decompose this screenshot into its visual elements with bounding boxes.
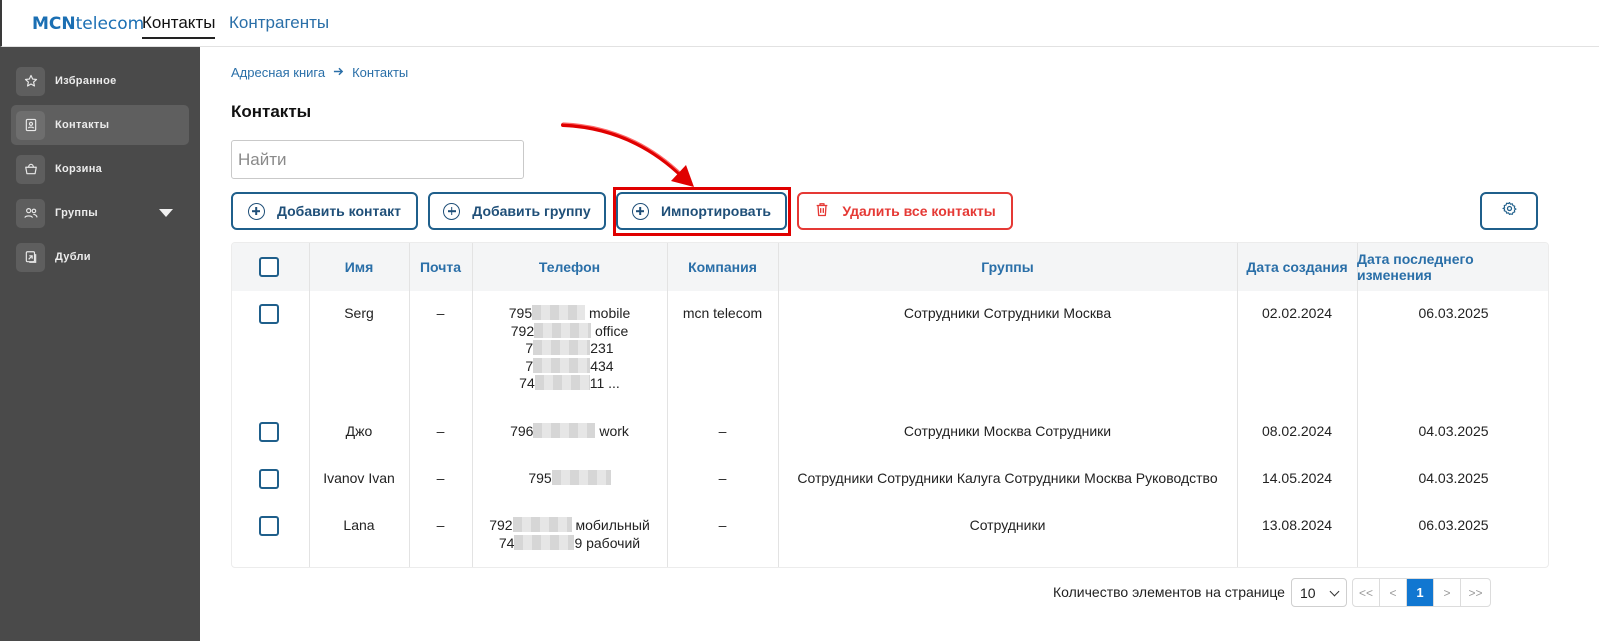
column-header-email[interactable]: Почта — [409, 243, 472, 291]
sidebar-item-label: Корзина — [55, 163, 103, 175]
contact-modified-date: 04.03.2025 — [1418, 423, 1489, 439]
sidebar: Избранное Контакты Корзина Группы Дубли — [0, 47, 200, 641]
tab-contacts[interactable]: Контакты — [142, 13, 216, 39]
row-checkbox[interactable] — [259, 304, 279, 324]
tab-counterparties[interactable]: Контрагенты — [229, 13, 329, 33]
gear-icon — [1501, 201, 1517, 221]
prev-page-button[interactable]: < — [1380, 579, 1407, 606]
column-header-phone[interactable]: Телефон — [472, 243, 667, 291]
add-group-button[interactable]: Добавить группу — [428, 192, 606, 230]
delete-all-label: Удалить все контакты — [842, 203, 996, 219]
contact-created-date: 13.08.2024 — [1261, 517, 1333, 533]
sidebar-item-favorites[interactable]: Избранное — [11, 61, 189, 101]
contact-card-icon — [16, 110, 45, 140]
logo[interactable]: MCNtelecom — [32, 14, 144, 34]
column-header-company[interactable]: Компания — [667, 243, 778, 291]
contact-groups: Сотрудники — [969, 517, 1046, 533]
redacted-digits — [533, 340, 591, 356]
contact-company: – — [718, 517, 727, 533]
last-page-button[interactable]: >> — [1461, 579, 1490, 606]
breadcrumb: Адресная книга Контакты — [231, 65, 408, 80]
contact-phones: 792 мобильный 74 9 рабочий — [489, 517, 650, 551]
contacts-table: Имя Почта Телефон Компания Группы Дата с… — [231, 242, 1549, 568]
contact-email: – — [436, 423, 445, 439]
basket-icon — [16, 154, 45, 184]
page-size-value: 10 — [1300, 584, 1316, 601]
breadcrumb-current: Контакты — [352, 65, 409, 80]
page-size-label: Количество элементов на странице — [1053, 584, 1285, 600]
next-page-button[interactable]: > — [1434, 579, 1461, 606]
contact-modified-date: 04.03.2025 — [1418, 470, 1489, 486]
first-page-button[interactable]: << — [1353, 579, 1380, 606]
redacted-digits — [534, 322, 592, 338]
column-header-groups[interactable]: Группы — [778, 243, 1237, 291]
contact-company: mcn telecom — [682, 305, 763, 321]
row-checkbox[interactable] — [259, 516, 279, 536]
contact-created-date: 08.02.2024 — [1261, 423, 1333, 439]
select-all-checkbox[interactable] — [259, 257, 279, 277]
contact-email: – — [436, 470, 445, 486]
row-checkbox[interactable] — [259, 469, 279, 489]
column-header-created[interactable]: Дата создания — [1237, 243, 1357, 291]
star-icon — [16, 66, 45, 96]
delete-all-contacts-button[interactable]: Удалить все контакты — [797, 192, 1013, 230]
top-bar: MCNtelecom Контакты Контрагенты — [0, 0, 1599, 47]
redacted-digits — [533, 357, 591, 373]
trash-icon — [814, 201, 830, 221]
page-size-select[interactable]: 10 — [1291, 578, 1347, 607]
page-button-current[interactable]: 1 — [1407, 579, 1434, 606]
contact-name[interactable]: Джо — [309, 423, 409, 441]
plus-circle-icon — [443, 202, 461, 220]
contact-email: – — [436, 305, 445, 321]
contact-company: – — [718, 423, 727, 439]
column-header-name[interactable]: Имя — [309, 243, 409, 291]
redacted-digits — [532, 305, 586, 320]
redacted-digits — [512, 517, 572, 532]
annotation-arrow — [561, 122, 694, 187]
duplicate-icon — [16, 242, 45, 272]
arrow-right-icon — [333, 65, 344, 80]
contact-name[interactable]: Serg — [309, 305, 409, 323]
contact-company: – — [718, 470, 727, 486]
contact-created-date: 14.05.2024 — [1261, 470, 1333, 486]
sidebar-item-contacts[interactable]: Контакты — [11, 105, 189, 145]
sidebar-item-label: Избранное — [55, 75, 117, 87]
redacted-digits — [534, 375, 590, 391]
sidebar-item-label: Дубли — [55, 251, 91, 263]
add-contact-label: Добавить контакт — [276, 203, 402, 219]
pagination: << < 1 > >> — [1352, 578, 1491, 607]
redacted-digits — [551, 470, 611, 485]
contact-groups: Сотрудники Сотрудники Калуга Сотрудники … — [797, 470, 1218, 486]
contact-phones: 795 mobile 792 office 7 231 7 434 74 11 ... — [508, 305, 631, 392]
page-title: Контакты — [231, 102, 312, 121]
contact-email: – — [436, 517, 445, 533]
contact-created-date: 02.02.2024 — [1261, 305, 1333, 321]
sidebar-item-label: Контакты — [55, 119, 110, 131]
breadcrumb-root-link[interactable]: Адресная книга — [231, 65, 325, 80]
contact-groups: Сотрудники Сотрудники Москва — [903, 305, 1112, 321]
contact-name[interactable]: Ivanov Ivan — [309, 470, 409, 488]
chevron-down-icon — [1329, 586, 1340, 597]
column-header-modified[interactable]: Дата последнего изменения — [1357, 243, 1548, 291]
plus-circle-icon — [247, 202, 265, 220]
contact-phones: 796 work — [510, 423, 629, 439]
row-checkbox[interactable] — [259, 422, 279, 442]
sidebar-item-trash[interactable]: Корзина — [11, 149, 189, 189]
sidebar-item-duplicates[interactable]: Дубли — [11, 237, 189, 277]
redacted-digits — [514, 534, 575, 550]
contact-modified-date: 06.03.2025 — [1418, 517, 1489, 533]
sidebar-item-groups[interactable]: Группы — [11, 193, 189, 233]
users-icon — [16, 198, 45, 228]
contact-modified-date: 06.03.2025 — [1418, 305, 1489, 321]
contact-name[interactable]: Lana — [309, 517, 409, 535]
chevron-down-icon[interactable] — [159, 209, 173, 217]
search-input[interactable] — [231, 140, 524, 179]
settings-button[interactable] — [1480, 192, 1538, 230]
redacted-digits — [533, 423, 596, 438]
contact-groups: Сотрудники Москва Сотрудники — [903, 423, 1112, 439]
add-contact-button[interactable]: Добавить контакт — [231, 192, 418, 230]
contact-phones: 795 — [472, 470, 667, 488]
add-group-label: Добавить группу — [472, 203, 591, 219]
sidebar-item-label: Группы — [55, 207, 98, 219]
